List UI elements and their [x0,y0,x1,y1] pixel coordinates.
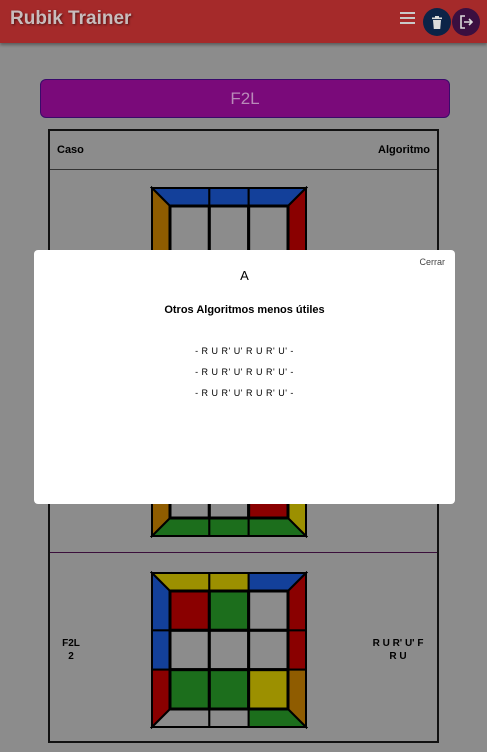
close-button[interactable]: Cerrar [419,257,445,267]
column-header-algorithm: Algoritmo [378,144,430,156]
sticker [207,589,251,632]
sticker [247,668,290,711]
row-divider [50,552,437,553]
modal-title: A [240,268,249,283]
logout-button[interactable] [452,8,480,36]
sticker-right-edge [287,629,307,671]
app-title: Rubik Trainer [10,8,132,29]
sticker [168,628,211,672]
sticker-left-edge [151,629,171,671]
sticker [247,628,290,672]
sticker-top-edge [208,187,250,207]
list-item: - R U R' U' R U R' U' - [195,346,294,356]
sticker [168,589,211,632]
modal-subtitle: Otros Algoritmos menos útiles [164,304,325,316]
algorithm-text: R U R' U' F R U [363,637,433,663]
sticker-bottom-edge [208,517,250,537]
column-header-case: Caso [57,144,84,156]
list-item: - R U R' U' R U R' U' - [195,388,294,398]
menu-icon[interactable] [400,12,415,24]
trash-icon [432,15,442,29]
algorithms-modal: Cerrar A Otros Algoritmos menos útiles -… [34,250,455,504]
table-header: Caso Algoritmo [50,131,437,170]
logout-icon [460,15,473,29]
cube-diagram[interactable] [150,571,308,729]
delete-button[interactable] [423,8,451,36]
sticker-bottom-edge [208,708,250,728]
algorithm-label-text: R U R' U' F R U [372,638,424,662]
sticker-top-edge [208,572,250,592]
algorithm-list: - R U R' U' R U R' U' - - R U R' U' R U … [34,346,455,409]
sticker [247,589,290,632]
sticker [168,668,211,711]
sticker [207,668,251,711]
sticker [207,628,251,672]
case-label-text: F2L 2 [62,638,80,662]
top-bar: Rubik Trainer [0,0,487,43]
f2l-section-button[interactable]: F2L [40,79,450,118]
case-label: F2L 2 [56,637,86,663]
list-item: - R U R' U' R U R' U' - [195,367,294,377]
